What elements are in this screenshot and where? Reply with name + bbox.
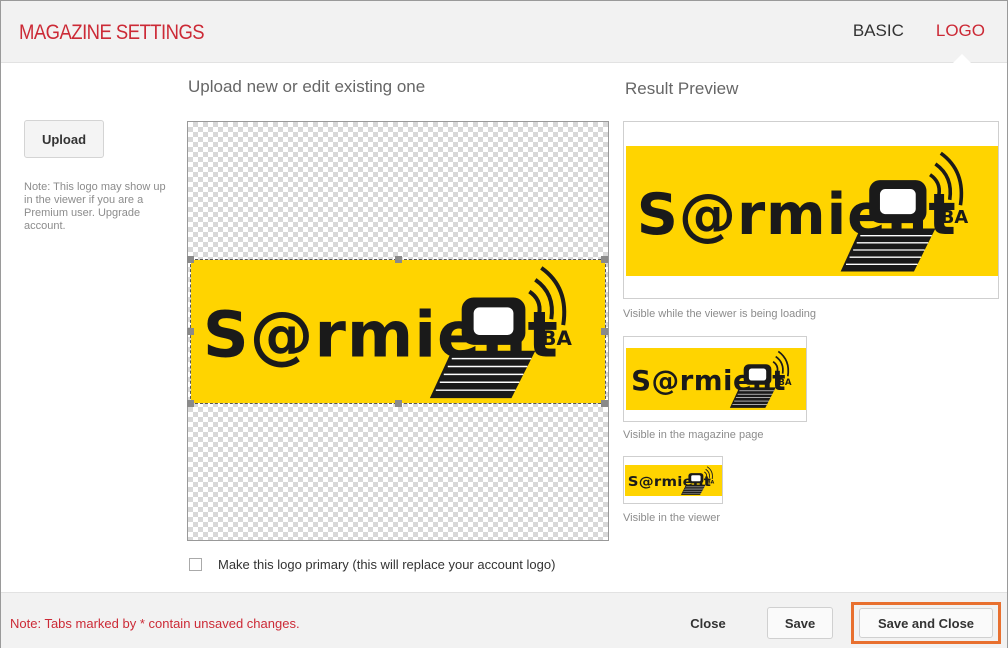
- magazine-settings-dialog: MAGAZINE SETTINGS BASIC LOGO Upload Note…: [0, 0, 1008, 648]
- crop-handle-left[interactable]: [187, 328, 194, 335]
- preview-loading-caption: Visible while the viewer is being loadin…: [623, 308, 817, 320]
- crop-handle-top-left[interactable]: [187, 256, 194, 263]
- preview-viewer-frame: S@rmient BA: [623, 456, 723, 504]
- crop-handle-bottom-right[interactable]: [601, 400, 608, 407]
- preview-viewer-caption: Visible in the viewer: [623, 512, 721, 524]
- logo-graphic: S@rmientBA: [203, 266, 573, 399]
- preview-page-logo: S@rmient BA: [626, 348, 806, 410]
- logo-graphic: S@rmientBA: [631, 350, 792, 408]
- logo-badge: BA: [541, 327, 572, 350]
- settings-tabs: BASIC LOGO: [853, 21, 985, 41]
- save-button[interactable]: Save: [767, 607, 833, 639]
- primary-logo-checkbox[interactable]: [189, 558, 202, 571]
- close-button[interactable]: Close: [673, 608, 743, 638]
- unsaved-note-suffix: contain unsaved changes.: [144, 616, 300, 631]
- preview-page-frame: S@rmient BA: [623, 336, 807, 422]
- unsaved-changes-note: Note: Tabs marked by * contain unsaved c…: [10, 616, 300, 631]
- primary-logo-option[interactable]: Make this logo primary (this will replac…: [189, 557, 555, 572]
- save-and-close-button[interactable]: Save and Close: [859, 608, 993, 638]
- unsaved-note-prefix: Note: Tabs marked by: [10, 616, 140, 631]
- active-tab-pointer: [953, 54, 971, 63]
- preview-heading: Result Preview: [625, 79, 739, 98]
- preview-page-caption: Visible in the magazine page: [623, 429, 764, 441]
- logo-badge: BA: [707, 480, 715, 486]
- tab-logo[interactable]: LOGO: [936, 21, 985, 41]
- crop-handle-bottom[interactable]: [395, 400, 402, 407]
- logo-edit-canvas[interactable]: S@rmient BA: [187, 121, 609, 541]
- dialog-title: MAGAZINE SETTINGS: [19, 21, 205, 44]
- preview-loading-logo: S@rmient BA: [626, 146, 998, 276]
- crop-area[interactable]: S@rmient BA: [190, 259, 606, 404]
- dialog-footer: Note: Tabs marked by * contain unsaved c…: [1, 592, 1007, 648]
- logo-badge: BA: [941, 207, 969, 228]
- upload-button[interactable]: Upload: [24, 120, 104, 158]
- logo-badge: BA: [778, 378, 792, 388]
- crop-handle-top-right[interactable]: [601, 256, 608, 263]
- primary-logo-label: Make this logo primary (this will replac…: [218, 557, 556, 572]
- editor-heading: Upload new or edit existing one: [188, 77, 426, 96]
- save-and-close-highlight: Save and Close: [851, 602, 1001, 644]
- preview-viewer-logo: S@rmient BA: [625, 465, 722, 496]
- premium-note: Note: This logo may show up in the viewe…: [24, 181, 166, 232]
- dialog-header: MAGAZINE SETTINGS BASIC LOGO: [1, 1, 1007, 63]
- logo-image: S@rmient BA: [191, 260, 605, 403]
- crop-handle-bottom-left[interactable]: [187, 400, 194, 407]
- crop-handle-right[interactable]: [601, 328, 608, 335]
- crop-handle-top[interactable]: [395, 256, 402, 263]
- logo-graphic: S@rmientBA: [637, 151, 969, 272]
- preview-loading-frame: S@rmient BA: [623, 121, 999, 299]
- tab-basic[interactable]: BASIC: [853, 21, 904, 41]
- logo-graphic: S@rmientBA: [628, 466, 715, 495]
